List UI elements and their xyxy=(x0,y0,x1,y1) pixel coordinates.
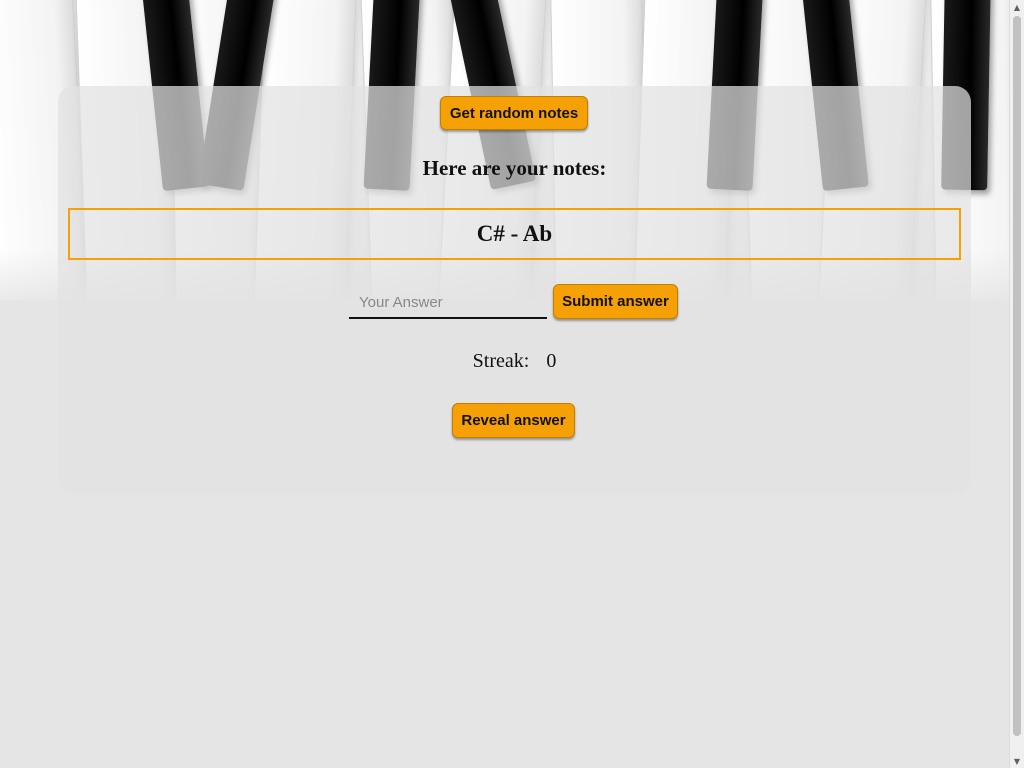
scroll-up-arrow-icon[interactable]: ▲ xyxy=(1010,0,1024,14)
streak-label: Streak: xyxy=(472,350,530,372)
scroll-down-arrow-icon[interactable]: ▼ xyxy=(1010,754,1024,768)
get-random-notes-button[interactable]: Get random notes xyxy=(440,96,588,130)
streak-display: Streak: 0 xyxy=(58,350,971,373)
notes-heading: Here are your notes: xyxy=(422,156,607,180)
notes-display: C# - Ab xyxy=(68,208,961,260)
streak-value: 0 xyxy=(546,350,557,372)
quiz-card: Get random notes Here are your notes: C#… xyxy=(58,86,971,494)
scrollbar-thumb[interactable] xyxy=(1013,16,1021,736)
notes-value: C# - Ab xyxy=(476,221,553,246)
app-viewport: Get random notes Here are your notes: C#… xyxy=(0,0,1009,768)
reveal-answer-button[interactable]: Reveal answer xyxy=(452,403,575,438)
vertical-scrollbar[interactable]: ▲ ▼ xyxy=(1009,0,1024,768)
submit-answer-button[interactable]: Submit answer xyxy=(553,284,678,319)
answer-input[interactable] xyxy=(349,287,547,319)
